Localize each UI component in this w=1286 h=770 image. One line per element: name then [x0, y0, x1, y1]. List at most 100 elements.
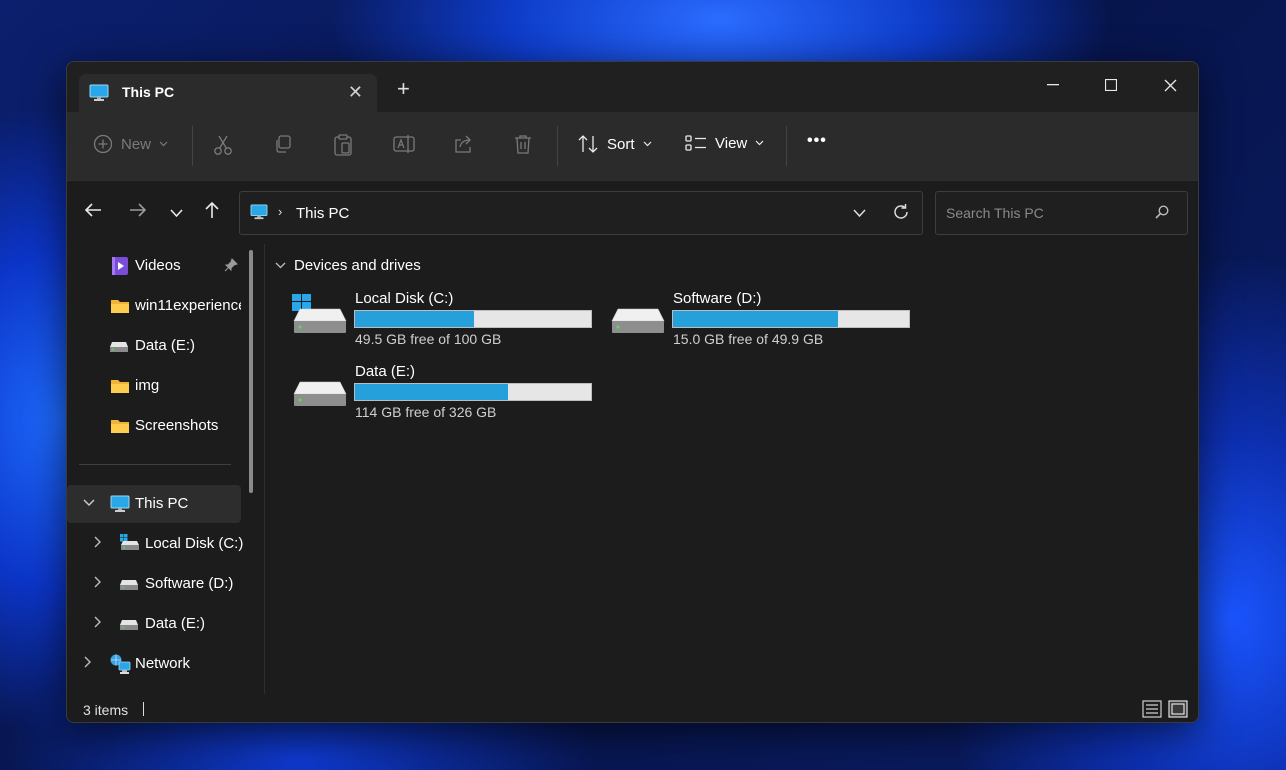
sidebar-item-network[interactable]: Network: [67, 645, 241, 683]
plus-circle-icon: [93, 134, 113, 154]
rename-icon: [393, 135, 415, 153]
address-bar[interactable]: › This PC: [239, 191, 923, 235]
tiles-view-button[interactable]: [1168, 700, 1188, 721]
sidebar-item-win11experience[interactable]: win11experience: [67, 287, 241, 325]
windows-drive-icon: [292, 292, 348, 337]
drive-name: Software (D:): [673, 290, 762, 307]
section-header-devices[interactable]: Devices and drives: [275, 257, 421, 274]
address-history-button[interactable]: [853, 205, 866, 221]
drive-free-space: 114 GB free of 326 GB: [355, 404, 497, 420]
copy-icon: [276, 135, 291, 153]
drive-tile-d[interactable]: Software (D:) 15.0 GB free of 49.9 GB: [610, 290, 910, 350]
view-label: View: [715, 134, 748, 152]
sidebar-item-label: This PC: [135, 495, 189, 512]
command-bar: New Sort View •••: [67, 112, 1198, 180]
chevron-down-icon: [159, 141, 168, 147]
sidebar-item-software-d[interactable]: Software (D:): [67, 565, 241, 603]
videos-icon: [111, 256, 129, 280]
chevron-down-icon[interactable]: [83, 496, 95, 510]
pane-splitter[interactable]: [264, 244, 265, 694]
folder-icon: [110, 418, 130, 438]
view-button[interactable]: View: [685, 134, 764, 152]
drive-tile-e[interactable]: Data (E:) 114 GB free of 326 GB: [292, 363, 592, 423]
tab-this-pc[interactable]: This PC ✕: [79, 74, 377, 112]
tab-title: This PC: [122, 84, 175, 100]
delete-button[interactable]: [513, 134, 533, 154]
paste-button[interactable]: [333, 134, 353, 156]
scissors-icon: [214, 135, 232, 155]
large-icons-view-icon: [1168, 700, 1188, 718]
drive-icon: [610, 294, 666, 337]
maximize-button[interactable]: [1093, 70, 1129, 100]
navigation-bar: › This PC: [67, 180, 1198, 242]
drive-usage-bar: [354, 383, 592, 401]
drive-name: Local Disk (C:): [355, 290, 454, 307]
drive-usage-fill: [355, 311, 475, 327]
this-pc-icon: [89, 84, 109, 105]
chevron-right-icon[interactable]: [94, 616, 102, 631]
chevron-right-icon[interactable]: [94, 576, 102, 591]
chevron-right-icon[interactable]: [94, 536, 102, 551]
sidebar-item-label: Videos: [135, 257, 181, 274]
arrow-left-icon: [84, 203, 101, 217]
details-view-icon: [1142, 700, 1162, 718]
cut-button[interactable]: [213, 134, 233, 156]
breadcrumb-this-pc[interactable]: This PC: [296, 205, 349, 222]
new-button[interactable]: New: [93, 134, 168, 154]
search-box[interactable]: [935, 191, 1188, 235]
sidebar-item-videos[interactable]: Videos: [67, 247, 241, 285]
recent-locations-button[interactable]: [170, 205, 183, 221]
drive-usage-fill: [355, 384, 509, 400]
clipboard-icon: [334, 134, 352, 156]
sidebar-item-img[interactable]: img: [67, 367, 241, 405]
toolbar-divider: [786, 126, 787, 166]
search-icon[interactable]: [1155, 205, 1169, 222]
rename-button[interactable]: [393, 134, 415, 154]
forward-button[interactable]: [129, 202, 147, 221]
sidebar-item-data-e-tree[interactable]: Data (E:): [67, 605, 241, 643]
drive-tile-c[interactable]: Local Disk (C:) 49.5 GB free of 100 GB: [292, 290, 592, 350]
drive-name: Data (E:): [355, 363, 416, 380]
breadcrumb-separator-icon[interactable]: ›: [278, 204, 282, 219]
trash-icon: [515, 135, 531, 154]
chevron-down-icon: [275, 262, 286, 269]
sidebar-item-data-e[interactable]: Data (E:): [67, 327, 241, 365]
close-tab-icon[interactable]: ✕: [348, 82, 363, 103]
folder-icon: [110, 298, 130, 318]
drive-usage-fill: [673, 311, 839, 327]
sort-label: Sort: [607, 135, 635, 153]
sidebar-item-label: Software (D:): [145, 575, 234, 592]
arrow-up-icon: [205, 201, 219, 218]
sidebar-divider: [79, 464, 231, 465]
refresh-icon: [894, 204, 908, 219]
up-button[interactable]: [204, 201, 220, 222]
sidebar-item-this-pc[interactable]: This PC: [67, 485, 241, 523]
back-button[interactable]: [84, 202, 102, 221]
drive-icon: [119, 578, 139, 595]
file-explorer-window: This PC ✕ + New Sort View ••• › This PC …: [66, 61, 1199, 723]
close-window-button[interactable]: [1152, 70, 1188, 100]
search-input[interactable]: [936, 192, 1187, 234]
sidebar-item-screenshots[interactable]: Screenshots: [67, 407, 241, 445]
pin-icon[interactable]: [224, 258, 238, 276]
sort-button[interactable]: Sort: [577, 134, 652, 154]
sidebar-item-label: win11experience: [135, 297, 241, 314]
sidebar-item-local-disk-c[interactable]: Local Disk (C:): [67, 525, 243, 563]
details-view-button[interactable]: [1142, 700, 1162, 721]
navigation-pane: Videos win11experience Data (E:) img Scr…: [67, 244, 264, 694]
refresh-button[interactable]: [892, 203, 910, 224]
more-options-button[interactable]: •••: [807, 132, 827, 150]
copy-button[interactable]: [273, 134, 293, 154]
drive-usage-bar: [672, 310, 910, 328]
minimize-button[interactable]: [1035, 70, 1071, 100]
share-button[interactable]: [453, 134, 473, 154]
title-bar: This PC ✕ +: [67, 62, 1198, 112]
drive-icon: [292, 367, 348, 410]
chevron-right-icon[interactable]: [84, 656, 92, 671]
this-pc-icon: [110, 495, 130, 517]
share-icon: [455, 135, 471, 153]
sidebar-item-label: img: [135, 377, 160, 394]
sidebar-scrollbar[interactable]: [249, 250, 253, 493]
new-tab-button[interactable]: +: [397, 78, 410, 100]
drive-icon: [109, 340, 129, 357]
